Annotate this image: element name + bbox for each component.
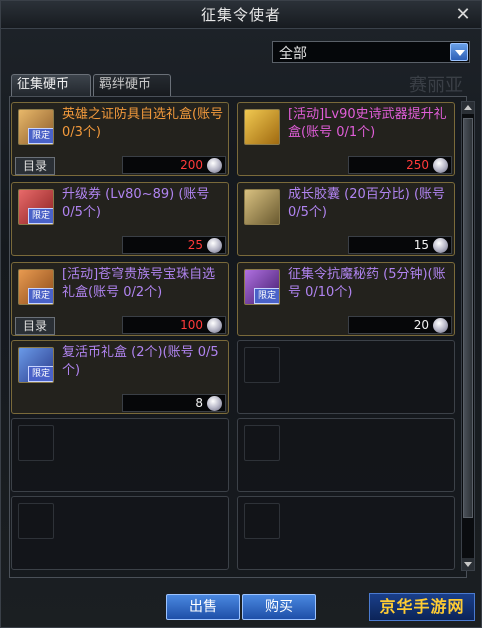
- buy-button[interactable]: 购买: [242, 594, 316, 620]
- coin-icon: [207, 238, 222, 253]
- price-value: 100: [180, 318, 203, 332]
- catalog-button[interactable]: 目录: [15, 157, 55, 175]
- item-price: 200: [122, 156, 226, 174]
- coin-icon: [433, 238, 448, 253]
- item-price: 15: [348, 236, 452, 254]
- tab-bond-coin[interactable]: 羁绊硬币: [93, 74, 171, 96]
- limited-badge: 限定: [28, 366, 53, 382]
- item-name: 英雄之证防具自选礼盒(账号 0/3个): [62, 107, 224, 140]
- revive-coin-box-icon: 限定: [18, 347, 54, 383]
- empty-item-slot: [11, 496, 229, 570]
- shop-item-slot[interactable]: 限定 [活动]苍穹贵族号宝珠自选礼盒(账号 0/2个) 目录 100: [11, 262, 229, 336]
- item-price: 25: [122, 236, 226, 254]
- price-value: 25: [187, 238, 203, 252]
- orb-box-icon: 限定: [18, 269, 54, 305]
- item-name: 成长胶囊 (20百分比) (账号 0/5个): [288, 187, 446, 220]
- price-value: 250: [406, 158, 429, 172]
- empty-item-slot: [237, 496, 455, 570]
- empty-item-slot: [237, 418, 455, 492]
- coin-icon: [207, 396, 222, 411]
- tab-collection-coin[interactable]: 征集硬币: [11, 74, 91, 96]
- price-value: 8: [195, 396, 203, 410]
- scroll-down-arrow-icon[interactable]: [462, 558, 474, 570]
- chevron-down-icon[interactable]: [450, 43, 468, 61]
- empty-icon-frame: [18, 425, 54, 461]
- shop-item-slot[interactable]: 限定 征集令抗魔秘药 (5分钟)(账号 0/10个) 20: [237, 262, 455, 336]
- coin-icon: [207, 318, 222, 333]
- epic-weapon-box-icon: [244, 109, 280, 145]
- scroll-thumb[interactable]: [463, 118, 473, 518]
- scrollbar[interactable]: [461, 101, 475, 571]
- limited-badge: 限定: [254, 288, 279, 304]
- title-bar[interactable]: 征集令使者 ✕: [1, 1, 481, 29]
- potion-icon: 限定: [244, 269, 280, 305]
- watermark-logo: 京华手游网: [369, 593, 475, 621]
- item-price: 20: [348, 316, 452, 334]
- catalog-button[interactable]: 目录: [15, 317, 55, 335]
- scroll-up-arrow-icon[interactable]: [462, 102, 474, 114]
- item-name: 升级券 (Lv80~89) (账号 0/5个): [62, 187, 210, 220]
- item-name: [活动]Lv90史诗武器提升礼盒(账号 0/1个): [288, 107, 447, 140]
- coin-icon: [433, 318, 448, 333]
- growth-capsule-icon: [244, 189, 280, 225]
- close-icon[interactable]: ✕: [453, 5, 473, 25]
- shop-item-slot[interactable]: 成长胶囊 (20百分比) (账号 0/5个) 15: [237, 182, 455, 256]
- item-name: [活动]苍穹贵族号宝珠自选礼盒(账号 0/2个): [62, 267, 216, 300]
- shop-item-slot[interactable]: [活动]Lv90史诗武器提升礼盒(账号 0/1个) 250: [237, 102, 455, 176]
- item-price: 8: [122, 394, 226, 412]
- price-value: 20: [413, 318, 429, 332]
- shop-item-slot[interactable]: 限定 英雄之证防具自选礼盒(账号 0/3个) 目录 200: [11, 102, 229, 176]
- item-name: 征集令抗魔秘药 (5分钟)(账号 0/10个): [288, 267, 446, 300]
- empty-icon-frame: [244, 425, 280, 461]
- category-filter-dropdown[interactable]: 全部: [272, 41, 470, 63]
- item-name: 复活币礼盒 (2个)(账号 0/5个): [62, 345, 219, 378]
- empty-item-slot: [11, 418, 229, 492]
- limited-badge: 限定: [28, 128, 53, 144]
- shop-item-slot[interactable]: 限定 升级券 (Lv80~89) (账号 0/5个) 25: [11, 182, 229, 256]
- window-title: 征集令使者: [200, 6, 281, 24]
- shop-item-slot[interactable]: 限定 复活币礼盒 (2个)(账号 0/5个) 8: [11, 340, 229, 414]
- empty-icon-frame: [244, 503, 280, 539]
- level-up-ticket-icon: 限定: [18, 189, 54, 225]
- price-value: 200: [180, 158, 203, 172]
- limited-badge: 限定: [28, 208, 53, 224]
- empty-icon-frame: [244, 347, 280, 383]
- item-price: 250: [348, 156, 452, 174]
- limited-badge: 限定: [28, 288, 53, 304]
- empty-icon-frame: [18, 503, 54, 539]
- background-npc-label: 赛丽亚: [409, 75, 463, 96]
- empty-item-slot: [237, 340, 455, 414]
- filter-selected-value: 全部: [279, 46, 307, 62]
- sell-button[interactable]: 出售: [166, 594, 240, 620]
- coin-icon: [207, 158, 222, 173]
- collection-envoy-window: 征集令使者 ✕ 赛丽亚 全部 征集硬币 羁绊硬币 限定 英雄之证防具自选礼盒(账…: [0, 0, 482, 628]
- item-price: 100: [122, 316, 226, 334]
- price-value: 15: [413, 238, 429, 252]
- coin-icon: [433, 158, 448, 173]
- armor-box-icon: 限定: [18, 109, 54, 145]
